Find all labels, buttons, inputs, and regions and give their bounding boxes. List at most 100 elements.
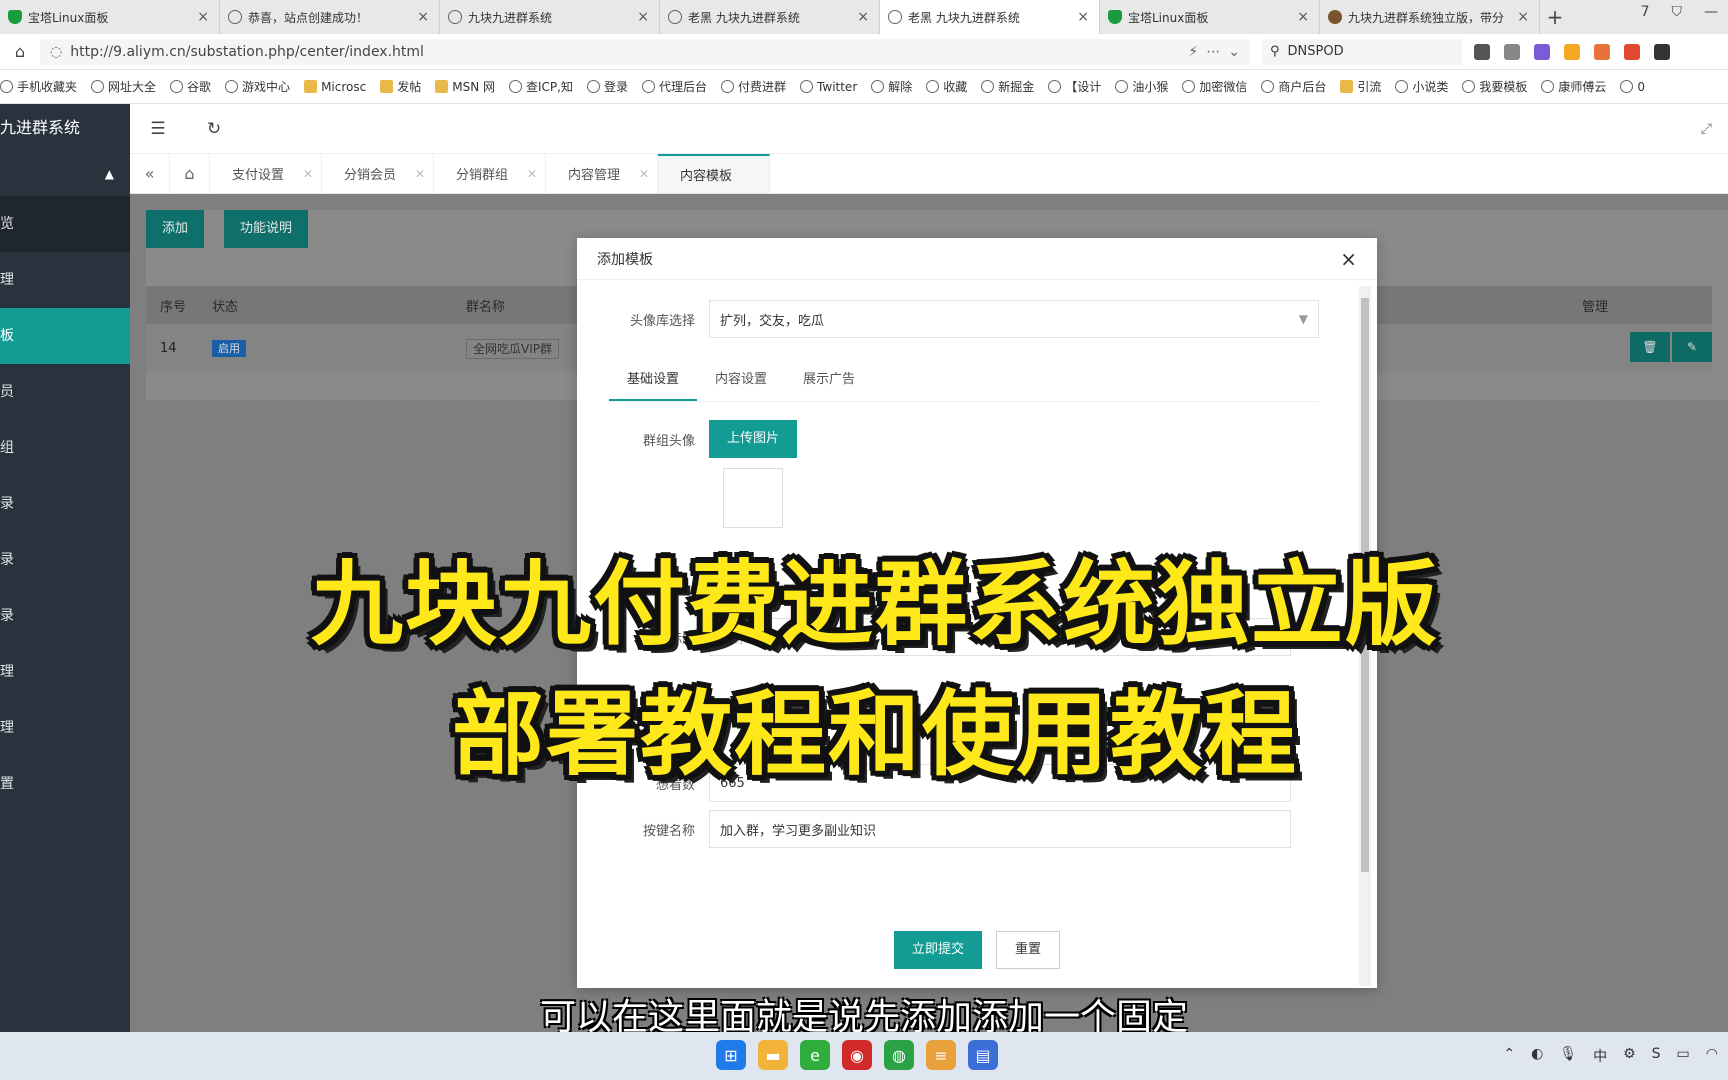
bookmark-item[interactable]: 商户后台 (1261, 78, 1326, 95)
sidebar-item[interactable]: 组 (0, 420, 130, 476)
menu-toggle-icon[interactable]: ☰ (130, 119, 186, 139)
sidebar-item[interactable]: 录 (0, 532, 130, 588)
tab-content-settings[interactable]: 内容设置 (697, 360, 785, 401)
bookmark-item[interactable]: 引流 (1340, 78, 1381, 95)
url-text[interactable]: http://9.aliym.cn/substation.php/center/… (70, 44, 1180, 60)
close-icon[interactable]: ✕ (639, 167, 649, 181)
refresh-icon[interactable]: ↻ (186, 119, 242, 139)
tab-basic-settings[interactable]: 基础设置 (609, 360, 698, 401)
browser-tab[interactable]: 宝塔Linux面板 × (0, 0, 220, 34)
fullscreen-icon[interactable]: ⤢ (1701, 121, 1712, 137)
close-icon[interactable]: × (1297, 9, 1309, 25)
sidebar-item[interactable]: 录 (0, 476, 130, 532)
minimize-icon[interactable]: — (1704, 4, 1718, 20)
browser-tab[interactable]: 恭喜，站点创建成功！ × (220, 0, 440, 34)
sidebar-item[interactable]: 理 (0, 252, 130, 308)
delete-icon[interactable]: 🗑 (1630, 332, 1670, 362)
bookmark-item[interactable]: 0 (1620, 80, 1645, 94)
close-icon[interactable]: × (1340, 247, 1357, 271)
tab-content-templates[interactable]: 内容模板 (658, 154, 770, 193)
game-icon[interactable] (1624, 43, 1640, 60)
bookmark-item[interactable]: 查ICP,知 (509, 78, 573, 95)
settings-icon[interactable]: ⚙ (1623, 1046, 1636, 1066)
site-info-icon[interactable]: ◌ (50, 44, 62, 60)
qq-icon[interactable]: ◐ (1531, 1046, 1543, 1066)
apps-grid-icon[interactable] (1654, 43, 1670, 60)
browser-app-icon[interactable]: e (800, 1040, 830, 1070)
bookmark-item[interactable]: MSN 网 (435, 78, 495, 95)
sidebar-item[interactable]: 员 (0, 364, 130, 420)
tab-payment-settings[interactable]: 支付设置 ✕ (210, 154, 322, 193)
sidebar-item[interactable]: 理 (0, 700, 130, 756)
bookmark-item[interactable]: 我要模板 (1462, 78, 1527, 95)
browser-tab[interactable]: 九块九进群系统 × (440, 0, 660, 34)
ime-icon[interactable]: 中 (1593, 1046, 1607, 1066)
collapse-up-icon[interactable]: ▲ (0, 152, 130, 196)
bookmark-item[interactable]: 手机收藏夹 (0, 78, 77, 95)
bookmark-item[interactable]: 解除 (871, 78, 912, 95)
music-app-icon[interactable]: ◉ (842, 1040, 872, 1070)
bookmark-item[interactable]: 登录 (586, 78, 628, 95)
scissors-icon[interactable] (1504, 43, 1520, 60)
microphone-icon[interactable]: 🎙 (1559, 1046, 1577, 1066)
help-button[interactable]: 功能说明 (224, 210, 309, 248)
avatar-library-select[interactable]: 扩列，交友，吃瓜 ▼ (709, 300, 1319, 338)
bookmark-item[interactable]: 代理后台 (642, 78, 707, 95)
close-icon[interactable]: × (857, 9, 869, 25)
wifi-icon[interactable]: ◠ (1706, 1046, 1718, 1066)
close-icon[interactable]: ✕ (303, 167, 313, 181)
bookmark-item[interactable]: 康师傅云 (1541, 78, 1606, 95)
bookmark-item[interactable]: 【设计 (1048, 78, 1101, 95)
tabs-prev-icon[interactable]: « (130, 154, 170, 193)
search-value[interactable]: DNSPOD (1288, 44, 1344, 59)
translate-icon[interactable] (1534, 43, 1550, 60)
url-field[interactable]: ◌ http://9.aliym.cn/substation.php/cente… (40, 38, 1250, 65)
bookmark-item[interactable]: 加密微信 (1182, 78, 1247, 95)
sidebar-item[interactable]: 理 (0, 644, 130, 700)
bookmark-item[interactable]: 谷歌 (170, 78, 211, 95)
windows-start-icon[interactable]: ⊞ (716, 1040, 746, 1070)
chevron-up-icon[interactable]: ⌃ (1503, 1046, 1515, 1066)
close-icon[interactable]: × (637, 9, 649, 25)
win-badge[interactable]: 7 (1641, 4, 1650, 20)
reset-button[interactable]: 重置 (996, 931, 1061, 969)
wechat-icon[interactable]: ◍ (884, 1040, 914, 1070)
file-explorer-icon[interactable]: ▬ (758, 1040, 788, 1070)
home-tab-icon[interactable]: ⌂ (170, 154, 210, 193)
more-icon[interactable]: ⋯ (1206, 44, 1220, 60)
browser-tab[interactable]: 老黑 九块九进群系统 × (660, 0, 880, 34)
new-tab-button[interactable]: + (1540, 0, 1570, 34)
home-icon[interactable]: ⌂ (0, 42, 40, 61)
chevron-down-icon[interactable]: ⌄ (1228, 44, 1240, 60)
edit-icon[interactable]: ✎ (1672, 332, 1712, 362)
close-icon[interactable]: × (1517, 9, 1529, 25)
upload-image-button[interactable]: 上传图片 (709, 420, 798, 458)
close-icon[interactable]: × (1077, 9, 1089, 25)
search-field[interactable]: ⚲ DNSPOD (1262, 38, 1462, 65)
fox-icon[interactable] (1594, 43, 1610, 60)
monitor-icon[interactable]: ▭ (1677, 1046, 1690, 1066)
bookmark-item[interactable]: Twitter (800, 80, 857, 94)
close-icon[interactable]: × (417, 9, 429, 25)
bookmark-item[interactable]: 新掘金 (981, 78, 1034, 95)
sidebar-item-active[interactable]: 板 (0, 308, 130, 364)
screenshot-icon[interactable] (1474, 43, 1490, 60)
add-button[interactable]: 添加 (146, 210, 205, 248)
close-icon[interactable]: ✕ (415, 167, 425, 181)
bookmark-item[interactable]: 发帖 (380, 78, 421, 95)
browser-tab[interactable]: 宝塔Linux面板 × (1100, 0, 1320, 34)
bookmark-item[interactable]: Microsc (304, 80, 366, 94)
sidebar-item[interactable]: 录 (0, 588, 130, 644)
tab-content-management[interactable]: 内容管理 ✕ (546, 154, 658, 193)
sidebar-item[interactable]: 置 (0, 756, 130, 812)
bookmark-item[interactable]: 付费进群 (721, 78, 786, 95)
sogou-icon[interactable]: S (1652, 1046, 1661, 1066)
shirt-icon[interactable]: ⛉ (1672, 4, 1683, 20)
tab-ads[interactable]: 展示广告 (785, 360, 873, 401)
tab-distribution-groups[interactable]: 分销群组 ✕ (434, 154, 546, 193)
browser-tab[interactable]: 九块九进群系统独立版，带分 × (1320, 0, 1540, 34)
shield-ext-icon[interactable] (1564, 43, 1580, 60)
browser-tab-active[interactable]: 老黑 九块九进群系统 × (880, 0, 1100, 34)
sidebar-item[interactable]: 览 (0, 196, 130, 252)
lightning-icon[interactable]: ⚡ (1188, 44, 1198, 60)
